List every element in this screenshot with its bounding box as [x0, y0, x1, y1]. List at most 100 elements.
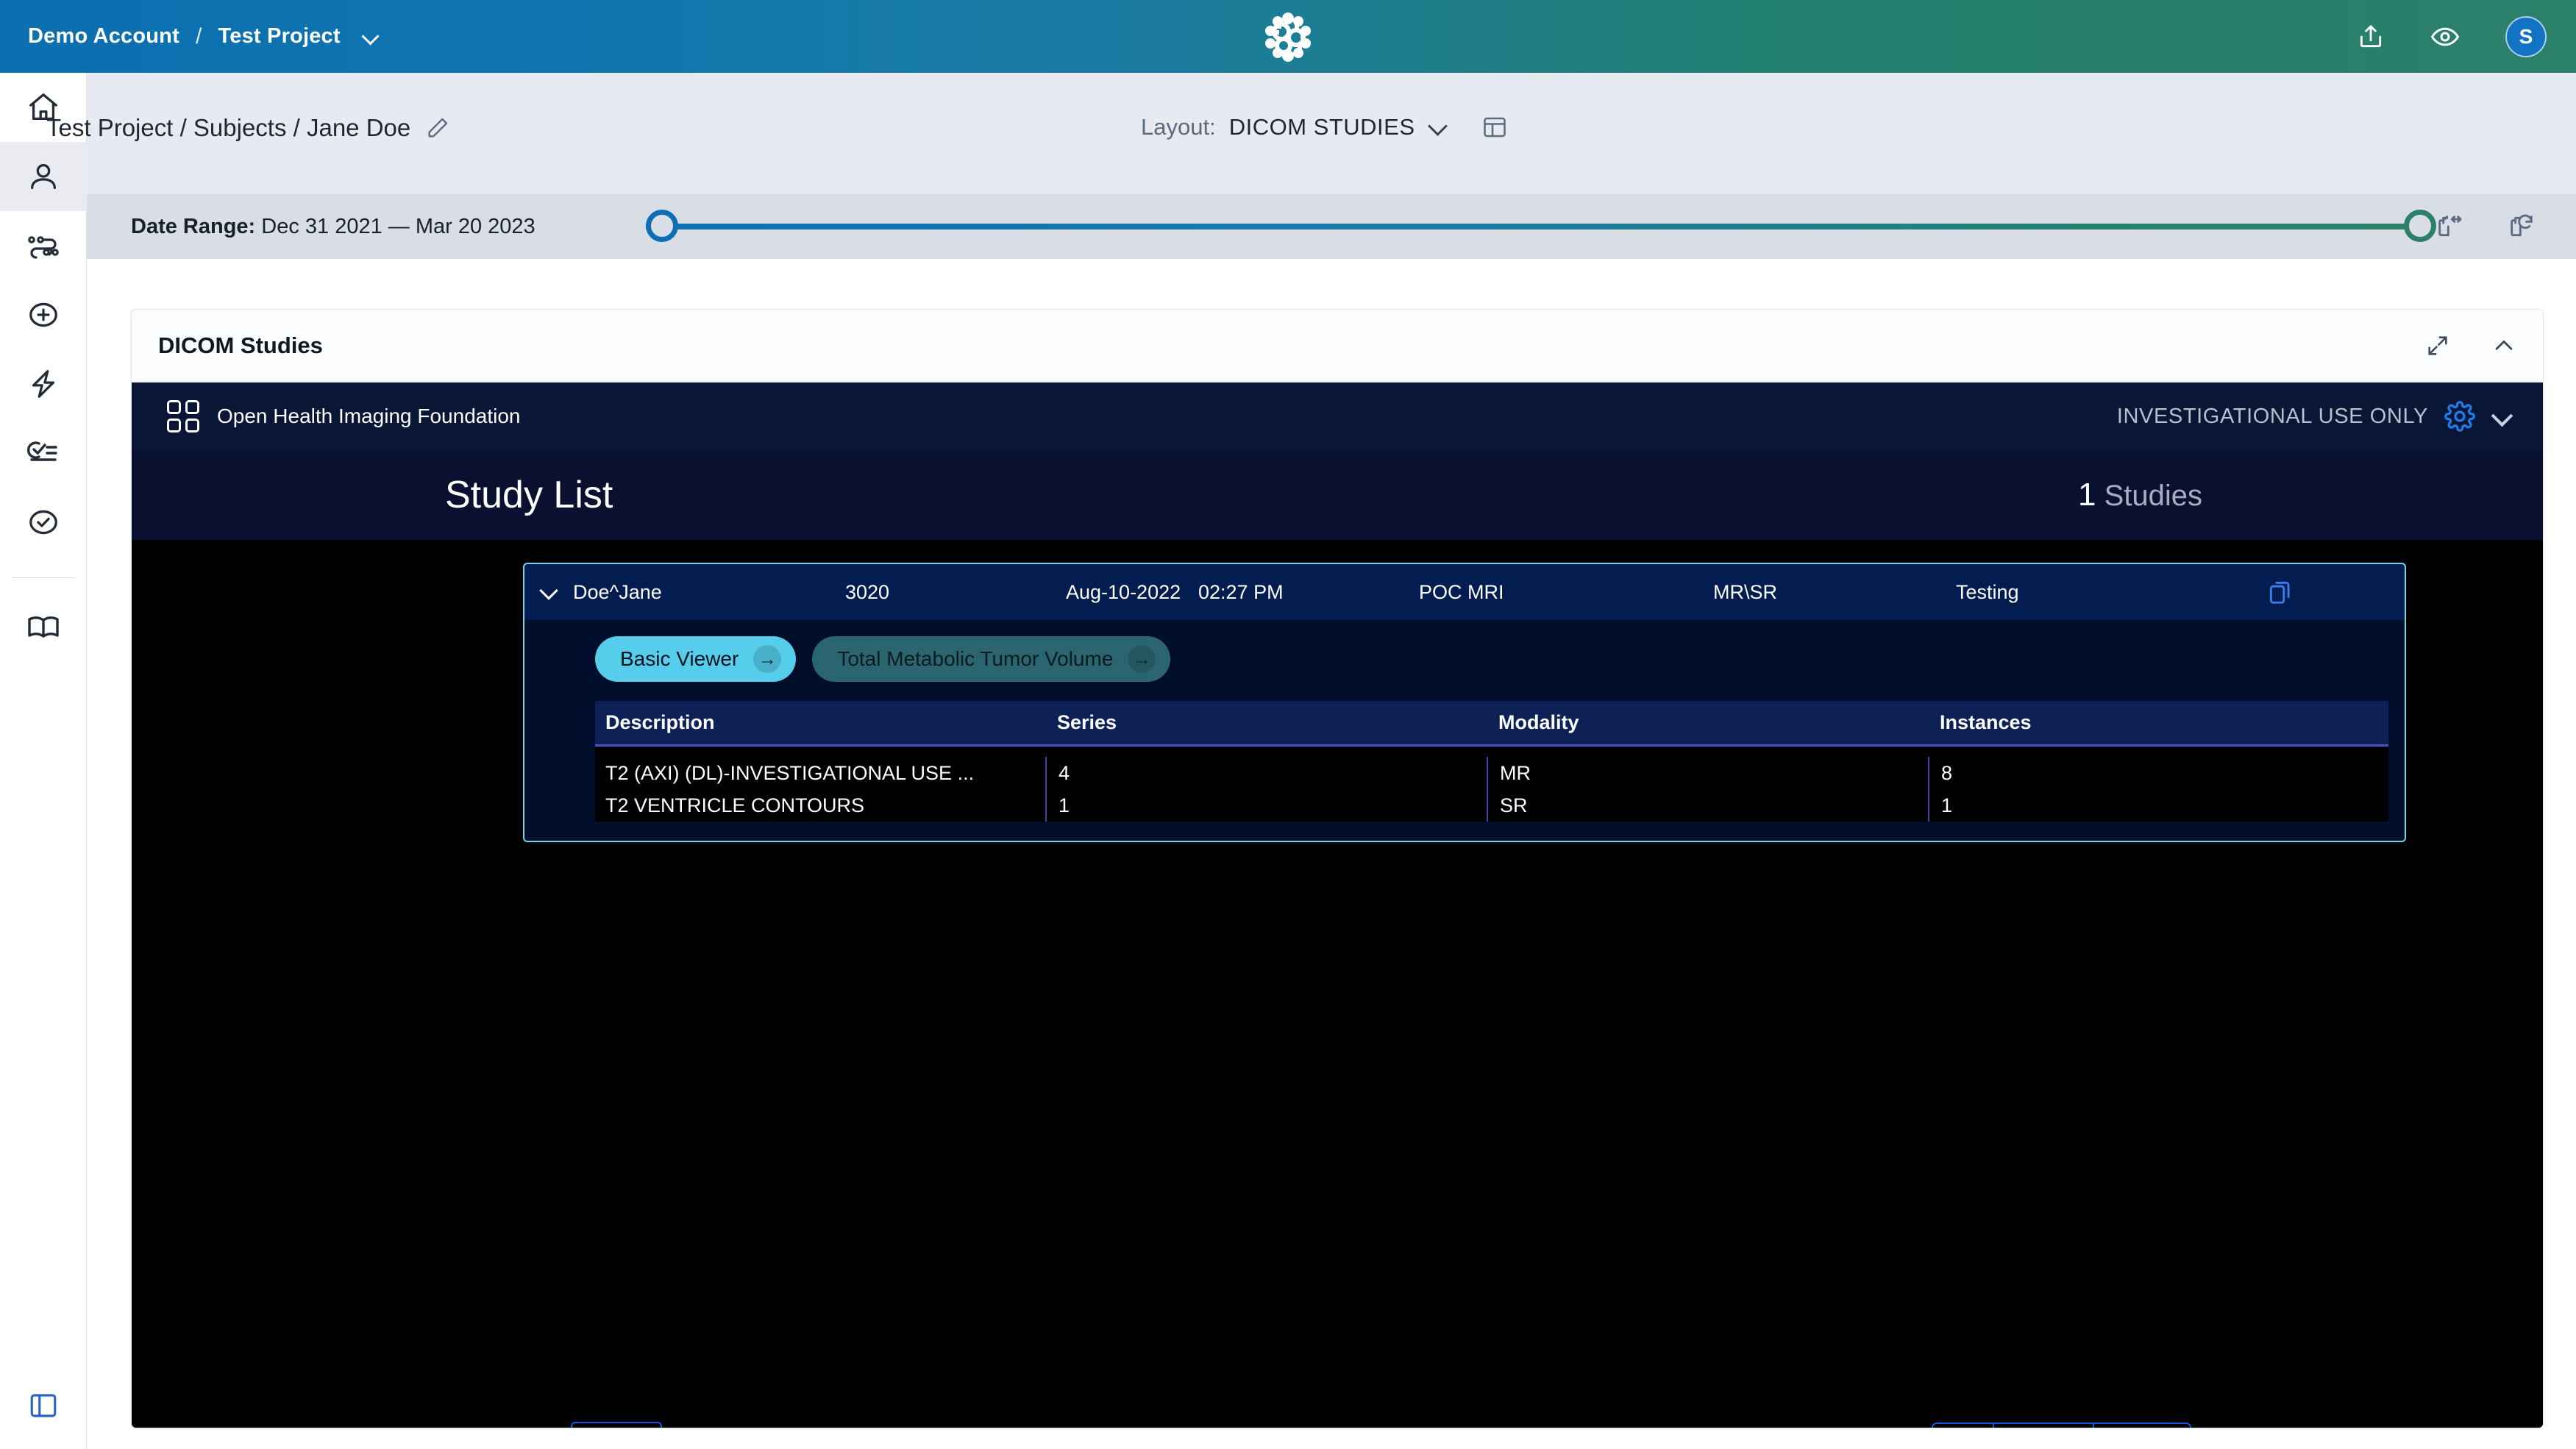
study-expanded-section: Basic Viewer → Total Metabolic Tumor Vol… [524, 620, 2405, 841]
chevron-down-icon[interactable] [1428, 118, 1448, 137]
sidebar-item-add[interactable] [0, 280, 87, 349]
eye-icon[interactable] [2430, 22, 2460, 51]
expand-icon[interactable] [2425, 333, 2450, 358]
ohif-viewer: Open Health Imaging Foundation INVESTIGA… [132, 382, 2543, 1428]
account-name[interactable]: Demo Account [28, 24, 179, 49]
project-chevron-down-icon[interactable] [363, 29, 379, 45]
dicom-studies-panel: DICOM Studies Open Health Imaging Founda… [131, 309, 2544, 1428]
series-modality: MR [1487, 757, 1928, 789]
page-title: DICOM Studies [158, 332, 323, 358]
study-mrn: 3020 [845, 580, 890, 603]
expand-study-button[interactable] [524, 583, 573, 602]
chevron-up-icon[interactable] [2491, 333, 2516, 358]
top-bar: Demo Account / Test Project S [0, 0, 2576, 73]
study-accession: Testing [1956, 580, 2019, 603]
slider-track[interactable] [646, 224, 2419, 229]
pager-buttons: << < Back Next > [1932, 1423, 2191, 1428]
column-header-instances: Instances [1940, 711, 2032, 733]
pencil-icon[interactable] [425, 115, 450, 140]
plus-circle-icon [26, 298, 60, 332]
gear-icon[interactable] [2444, 401, 2475, 432]
study-card: Doe^Jane 3020 Aug-10-2022 02:27 PM POC M… [523, 563, 2406, 842]
molecule-logo-icon [1259, 8, 1317, 65]
study-patient-name: Doe^Jane [573, 580, 662, 603]
next-page-button[interactable]: Next > [2094, 1424, 2190, 1428]
sidebar [0, 73, 87, 1449]
layout-value[interactable]: DICOM STUDIES [1229, 114, 1415, 140]
date-range-row: Date Range: Dec 31 2021 — Mar 20 2023 [87, 194, 2576, 259]
panel-header: DICOM Studies [132, 310, 2543, 382]
pagination-bar: Sele Results per page << < Back Next > P… [132, 1408, 2543, 1428]
series-modality: SR [1487, 789, 1928, 822]
study-description: POC MRI [1419, 580, 1504, 603]
tmtv-viewer-button[interactable]: Total Metabolic Tumor Volume → [812, 636, 1171, 682]
column-header-series: Series [1057, 711, 1117, 733]
date-range-slider[interactable] [646, 210, 2455, 243]
table-row[interactable]: T2 VENTRICLE CONTOURS 1 SR 1 [595, 789, 2388, 822]
table-row[interactable]: T2 (AXI) (DL)-INVESTIGATIONAL USE ... 4 … [595, 747, 2388, 789]
sidebar-item-docs[interactable] [0, 593, 87, 662]
series-instances: 1 [1928, 789, 2369, 822]
panel-toggle-icon [28, 1390, 59, 1421]
series-instances: 8 [1928, 757, 2369, 789]
investigational-use-notice: INVESTIGATIONAL USE ONLY [2116, 404, 2428, 428]
series-count: 4 [1045, 757, 1487, 789]
sidebar-collapse-button[interactable] [0, 1390, 87, 1421]
results-per-page-select[interactable]: Sele [571, 1422, 662, 1428]
sidebar-item-approvals[interactable] [0, 488, 87, 557]
sidebar-divider [11, 577, 75, 578]
chevron-down-icon[interactable] [2491, 406, 2512, 427]
date-range-value: Dec 31 2021 — Mar 20 2023 [261, 214, 536, 238]
layout-label: Layout: [1141, 114, 1216, 140]
slider-handle-start[interactable] [646, 210, 678, 242]
sidebar-item-automation[interactable] [0, 349, 87, 419]
reset-layout-icon[interactable] [2507, 212, 2536, 241]
column-header-description: Description [605, 711, 715, 733]
layout-selector[interactable]: Layout: DICOM STUDIES [1141, 114, 1508, 140]
chevron-down-icon [539, 583, 558, 602]
study-list-title: Study List [445, 474, 613, 516]
ohif-grid-logo-icon [167, 400, 199, 432]
study-list-body: Doe^Jane 3020 Aug-10-2022 02:27 PM POC M… [132, 540, 2543, 1428]
first-page-button[interactable]: << [1933, 1424, 1994, 1428]
tmtv-viewer-label: Total Metabolic Tumor Volume [837, 647, 1114, 670]
studies-count-number: 1 [2077, 477, 2096, 513]
column-header-modality: Modality [1498, 711, 1579, 733]
top-breadcrumb: Demo Account / Test Project [28, 24, 379, 49]
breadcrumb-text[interactable]: Test Project / Subjects / Jane Doe [46, 114, 410, 142]
sidebar-item-tasks[interactable] [0, 419, 87, 488]
study-modality: MR\SR [1713, 580, 1777, 603]
viewer-buttons: Basic Viewer → Total Metabolic Tumor Vol… [595, 636, 2405, 682]
ohif-brand: Open Health Imaging Foundation [167, 400, 521, 432]
study-time: 02:27 PM [1198, 580, 1284, 603]
series-description: T2 VENTRICLE CONTOURS [605, 794, 865, 816]
date-range-actions [2435, 212, 2536, 241]
series-table-body: T2 (AXI) (DL)-INVESTIGATIONAL USE ... 4 … [595, 747, 2388, 822]
study-date: Aug-10-2022 [1066, 580, 1181, 603]
previous-page-button[interactable]: < Back [1993, 1424, 2095, 1428]
avatar[interactable]: S [2505, 15, 2547, 57]
save-layout-icon[interactable] [2435, 212, 2464, 241]
basic-viewer-button[interactable]: Basic Viewer → [595, 636, 797, 682]
copy-icon[interactable] [2266, 578, 2294, 606]
arrow-right-icon: → [753, 645, 782, 673]
table-row[interactable]: Doe^Jane 3020 Aug-10-2022 02:27 PM POC M… [524, 564, 2405, 620]
layout-grid-icon[interactable] [1481, 114, 1508, 140]
series-count: 1 [1045, 789, 1487, 822]
arrow-right-icon: → [1128, 645, 1156, 673]
ohif-brand-label: Open Health Imaging Foundation [217, 405, 521, 427]
sidebar-item-subjects[interactable] [0, 142, 87, 211]
lightning-icon [26, 367, 60, 401]
sidebar-item-workflows[interactable] [0, 211, 87, 280]
date-range-label: Date Range: Dec 31 2021 — Mar 20 2023 [131, 215, 536, 239]
studies-count: 1 Studies [2078, 477, 2202, 513]
series-description: T2 (AXI) (DL)-INVESTIGATIONAL USE ... [605, 761, 975, 784]
ohif-header: Open Health Imaging Foundation INVESTIGA… [132, 382, 2543, 450]
check-circle-icon [26, 505, 60, 539]
slider-handle-end[interactable] [2404, 210, 2436, 242]
ohif-header-actions: INVESTIGATIONAL USE ONLY [2117, 401, 2512, 432]
project-name[interactable]: Test Project [218, 24, 341, 49]
study-list-header: Study List 1 Studies [132, 450, 2543, 540]
share-icon[interactable] [2357, 23, 2385, 51]
studies-count-label: Studies [2104, 480, 2202, 512]
